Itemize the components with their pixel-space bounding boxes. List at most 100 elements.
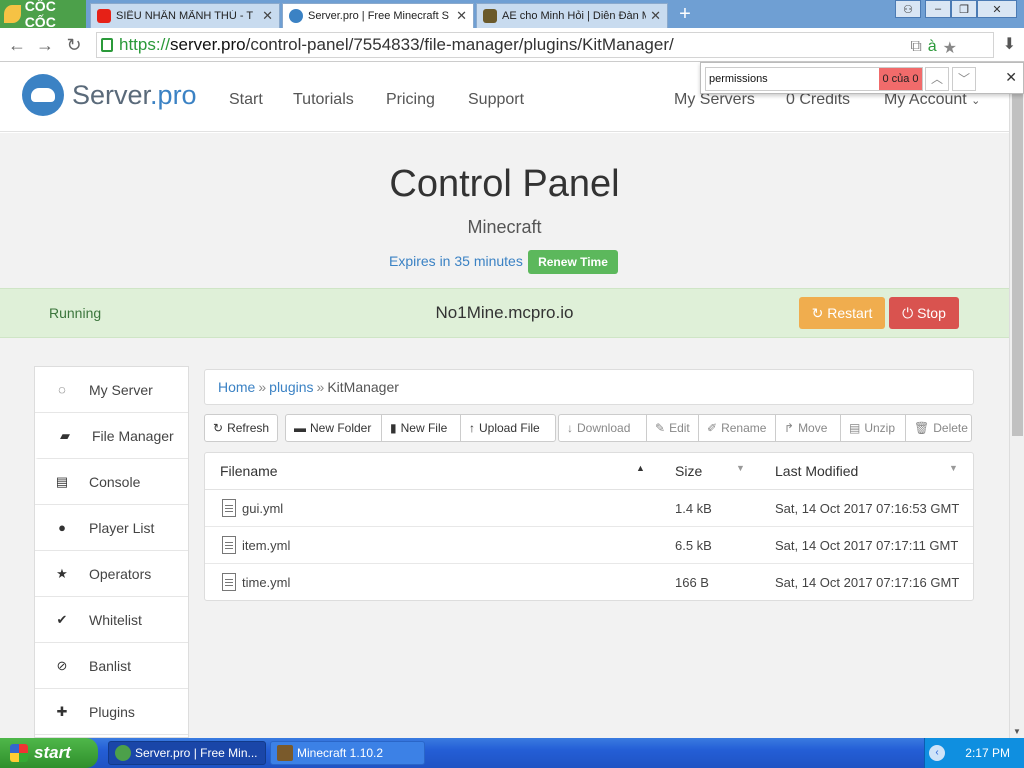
tab-serverpro[interactable]: Server.pro | Free Minecraft S ✕: [282, 3, 474, 28]
back-button[interactable]: ←: [6, 34, 28, 56]
scroll-thumb[interactable]: [1012, 76, 1023, 436]
find-close-icon[interactable]: ✕: [1005, 69, 1017, 86]
unzip-button[interactable]: ▤ Unzip: [840, 414, 906, 442]
close-icon[interactable]: ✕: [650, 8, 661, 24]
refresh-button[interactable]: ↻ Refresh: [204, 414, 278, 442]
new-folder-button[interactable]: ▬ New Folder: [285, 414, 382, 442]
move-button[interactable]: ↱ Move: [775, 414, 841, 442]
sidebar-item-label: Player List: [89, 519, 155, 536]
circle-notch-icon: ◌: [58, 382, 66, 397]
column-filename[interactable]: Filename: [220, 463, 278, 479]
column-last-modified[interactable]: Last Modified: [775, 463, 858, 479]
sort-up-icon[interactable]: ▲: [636, 463, 645, 473]
restore-button[interactable]: ❐: [951, 0, 977, 18]
close-icon[interactable]: ✕: [456, 8, 467, 24]
sidebar-item-plugins[interactable]: ✚ Plugins: [35, 689, 188, 735]
show-hidden-icons-icon[interactable]: ‹: [929, 745, 945, 761]
coccoc-leaf-icon: [4, 5, 21, 23]
sort-down-icon[interactable]: ▼: [949, 463, 958, 473]
download-button[interactable]: ↓ Download: [558, 414, 647, 442]
restart-button[interactable]: ↻ Restart: [799, 297, 885, 329]
sort-down-icon[interactable]: ▼: [736, 463, 745, 473]
edit-button[interactable]: ✎ Edit: [646, 414, 699, 442]
clock[interactable]: 2:17 PM: [965, 746, 1010, 760]
file-name[interactable]: gui.yml: [242, 501, 283, 516]
start-button[interactable]: start: [0, 738, 98, 768]
chevron-down-icon: ⌄: [971, 95, 981, 107]
star-icon: ★: [56, 565, 68, 581]
download-icon[interactable]: ⬇: [1003, 34, 1016, 54]
table-row[interactable]: gui.yml 1.4 kB Sat, 14 Oct 2017 07:16:53…: [205, 490, 973, 527]
upload-file-button[interactable]: ↑ Upload File: [460, 414, 556, 442]
control-panel-hero: Control Panel Minecraft Expires in 35 mi…: [0, 133, 1024, 288]
file-size: 1.4 kB: [675, 501, 712, 516]
url-host: server.pro: [170, 35, 246, 54]
upload-file-label: Upload File: [479, 421, 540, 435]
column-size[interactable]: Size: [675, 463, 702, 479]
find-match-count: 0 của 0: [879, 68, 922, 90]
sidebar: ◌ My Server ▰ File Manager ▤ Console ● Playe…: [34, 366, 189, 738]
url-input[interactable]: https://server.pro/control-panel/7554833…: [96, 32, 994, 58]
sidebar-item-my-server[interactable]: ◌ My Server: [35, 367, 188, 413]
sidebar-item-player-list[interactable]: ● Player List: [35, 505, 188, 551]
terminal-icon: ▤: [55, 473, 69, 489]
sidebar-item-console[interactable]: ▤ Console: [35, 459, 188, 505]
minimize-button[interactable]: –: [925, 0, 951, 18]
archive-icon: ▤: [849, 421, 861, 435]
file-modified: Sat, 14 Oct 2017 07:16:53 GMT: [775, 501, 960, 516]
download-icon: ↓: [567, 421, 573, 435]
sidebar-item-label: My Server: [89, 381, 153, 398]
site-logo[interactable]: Server.pro: [72, 80, 197, 111]
close-icon[interactable]: ✕: [262, 8, 273, 24]
refresh-icon: ↻: [811, 305, 824, 321]
windows-taskbar: start Server.pro | Free Min... Minecraft…: [0, 738, 1024, 768]
find-previous-button[interactable]: ︿: [925, 67, 949, 91]
breadcrumb-home[interactable]: Home: [218, 379, 255, 395]
new-file-label: New File: [400, 421, 448, 435]
profile-button[interactable]: ⚇: [895, 0, 921, 18]
file-size: 6.5 kB: [675, 538, 712, 553]
folder-icon: ▬: [294, 421, 306, 435]
nav-tutorials[interactable]: Tutorials: [293, 91, 354, 109]
tab-forum[interactable]: AE cho Minh Hỏi | Diễn Đàn M ✕: [476, 3, 668, 28]
browser-tab-bar: CỐC CỐC SIÊU NHÂN MÃNH THÚ - T ✕ Server.…: [0, 0, 1024, 30]
sidebar-item-whitelist[interactable]: ✔ Whitelist: [35, 597, 188, 643]
new-file-button[interactable]: ▮ New File: [381, 414, 461, 442]
nav-pricing[interactable]: Pricing: [386, 91, 435, 109]
scroll-down-arrow-icon[interactable]: ▼: [1013, 727, 1021, 736]
table-row[interactable]: time.yml 166 B Sat, 14 Oct 2017 07:17:16…: [205, 564, 973, 601]
delete-button[interactable]: 🗑︎ Delete: [905, 414, 972, 442]
reload-button[interactable]: ↻: [63, 34, 85, 56]
file-name[interactable]: time.yml: [242, 575, 290, 590]
file-name[interactable]: item.yml: [242, 538, 290, 553]
nav-start[interactable]: Start: [229, 91, 263, 109]
browser-logo[interactable]: CỐC CỐC: [0, 0, 86, 30]
sidebar-item-banlist[interactable]: ⊘ Banlist: [35, 643, 188, 689]
rename-button[interactable]: ✐ Rename: [698, 414, 776, 442]
table-header: Filename ▲ Size ▼ Last Modified ▼: [205, 453, 973, 490]
page-scrollbar[interactable]: ▲ ▼: [1009, 62, 1024, 738]
serverpro-logo-icon[interactable]: [22, 74, 64, 116]
vietnamese-input-icon[interactable]: à: [928, 38, 937, 58]
tab-youtube[interactable]: SIÊU NHÂN MÃNH THÚ - T ✕: [90, 3, 280, 28]
nav-support[interactable]: Support: [468, 91, 524, 109]
table-row[interactable]: item.yml 6.5 kB Sat, 14 Oct 2017 07:17:1…: [205, 527, 973, 564]
forward-button[interactable]: →: [34, 34, 56, 56]
translate-icon[interactable]: ⧉: [910, 38, 921, 58]
renew-time-button[interactable]: Renew Time: [528, 250, 618, 274]
share-icon: ↱: [784, 421, 795, 435]
taskbar-item-minecraft[interactable]: Minecraft 1.10.2: [270, 741, 425, 765]
close-window-button[interactable]: ✕: [977, 0, 1017, 18]
game-subtitle: Minecraft: [467, 217, 542, 237]
tab-title: Server.pro | Free Minecraft S: [308, 10, 450, 22]
sidebar-item-file-manager[interactable]: ▰ File Manager: [35, 413, 188, 459]
bookmark-star-icon[interactable]: ★: [943, 38, 957, 58]
pencil-icon: ✎: [655, 421, 666, 435]
sidebar-item-operators[interactable]: ★ Operators: [35, 551, 188, 597]
stop-button[interactable]: ⏻ Stop: [889, 297, 959, 329]
find-next-button[interactable]: ﹀: [952, 67, 976, 91]
breadcrumb-plugins[interactable]: plugins: [269, 379, 313, 395]
taskbar-item-browser[interactable]: Server.pro | Free Min...: [108, 741, 266, 765]
page-title: Control Panel: [389, 163, 620, 205]
new-tab-button[interactable]: +: [674, 3, 696, 25]
